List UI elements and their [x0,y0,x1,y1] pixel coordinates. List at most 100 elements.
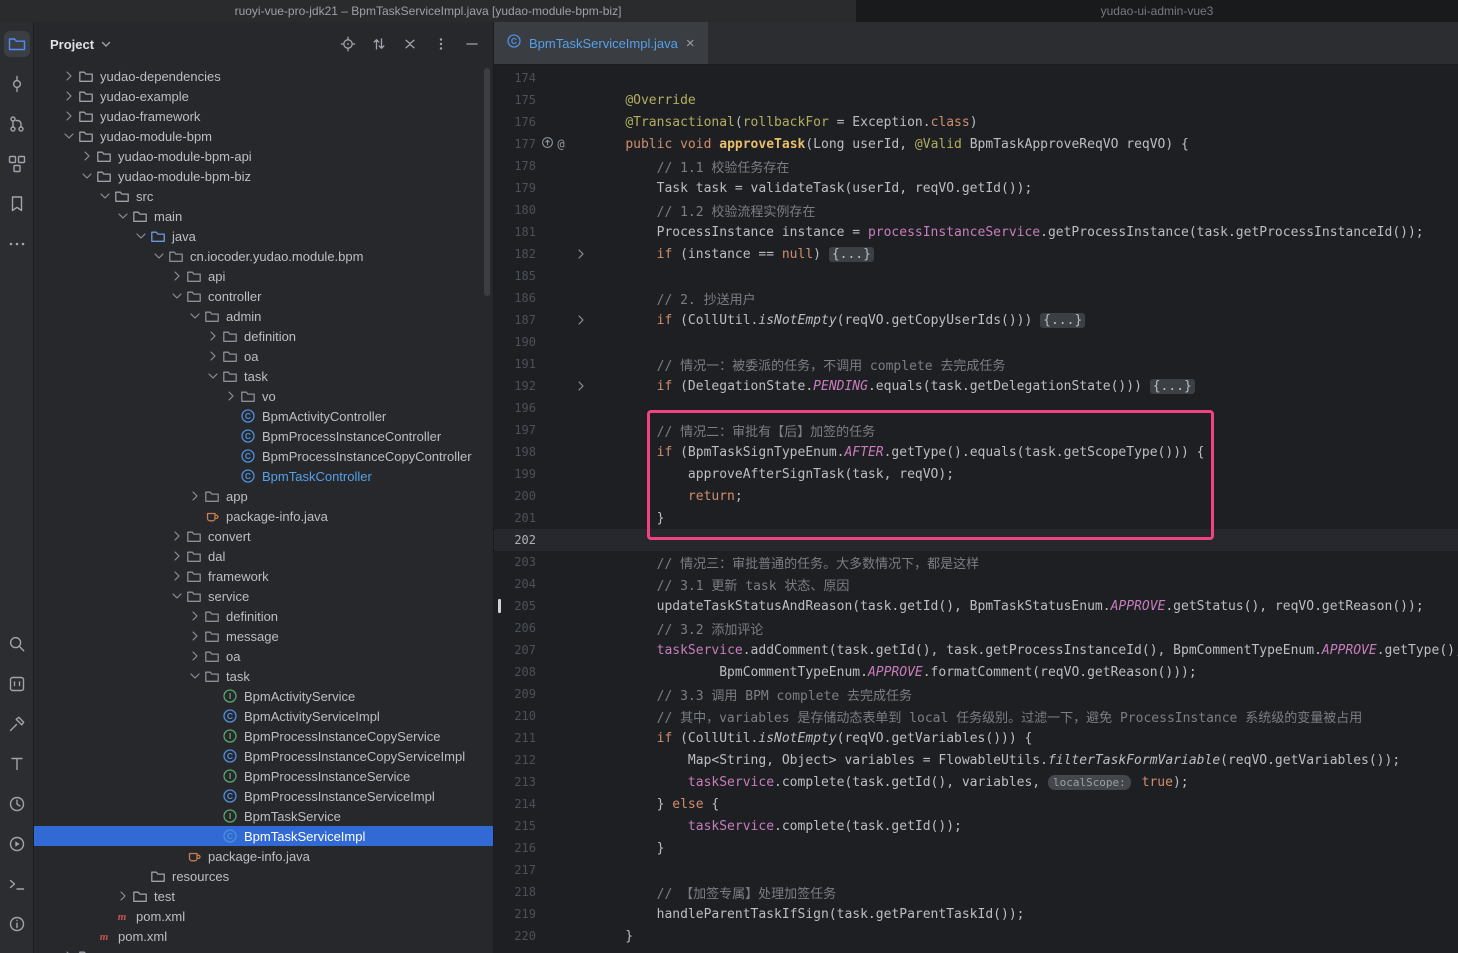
line-number[interactable]: 219 [494,907,536,921]
chevron-right-icon[interactable] [204,348,222,364]
tree-item-task[interactable]: task [34,366,493,386]
code-line[interactable]: 211 if (CollUtil.isNotEmpty(reqVO.getVar… [494,727,1458,749]
todo-icon[interactable] [4,671,30,697]
line-number[interactable]: 191 [494,357,536,371]
tree-item-bpmtaskcontroller[interactable]: CBpmTaskController [34,466,493,486]
tree-item-controller[interactable]: controller [34,286,493,306]
gutter[interactable]: 186 [494,287,592,309]
tree-item-oa[interactable]: oa [34,346,493,366]
gutter[interactable]: 199 [494,463,592,485]
code-line[interactable]: 178 // 1.1 校验任务存在 [494,155,1458,177]
line-number[interactable]: 212 [494,753,536,767]
line-number[interactable]: 185 [494,269,536,283]
project-icon[interactable] [4,31,30,57]
code-line[interactable]: 174 [494,67,1458,89]
code-text[interactable]: } [592,511,664,526]
problems-icon[interactable] [4,911,30,937]
code-line[interactable]: 180 // 1.2 校验流程实例存在 [494,199,1458,221]
gutter[interactable]: 177@ [494,133,592,155]
code-text[interactable]: Task task = validateTask(userId, reqVO.g… [592,181,1032,196]
line-number[interactable]: 178 [494,159,536,173]
line-number[interactable]: 182 [494,247,536,261]
tree-item-bpmprocessinstancecopycontroller[interactable]: CBpmProcessInstanceCopyController [34,446,493,466]
terminal-text-icon[interactable] [4,751,30,777]
gutter[interactable]: 179 [494,177,592,199]
line-number[interactable]: 214 [494,797,536,811]
chevron-right-icon[interactable] [114,888,132,904]
gutter[interactable]: 214 [494,793,592,815]
code-line[interactable]: 209 // 3.3 调用 BPM complete 去完成任务 [494,683,1458,705]
gutter[interactable]: 198 [494,441,592,463]
folded-code[interactable]: {...} [1040,313,1085,328]
chevron-down-icon[interactable] [168,588,186,604]
tree-item-bpmprocessinstanceservice[interactable]: IBpmProcessInstanceService [34,766,493,786]
tree-item-cn-iocoder-yudao-module-bpm[interactable]: cn.iocoder.yudao.module.bpm [34,246,493,266]
folded-code[interactable]: {...} [829,247,874,262]
code-text[interactable]: approveAfterSignTask(task, reqVO); [592,467,954,482]
gutter[interactable]: 205 [494,595,592,617]
gutter[interactable]: 181 [494,221,592,243]
gutter[interactable]: 190 [494,331,592,353]
code-line[interactable]: 201 } [494,507,1458,529]
build-icon[interactable] [4,711,30,737]
line-number[interactable]: 197 [494,423,536,437]
more-tool-windows-icon[interactable] [4,231,30,257]
close-icon[interactable]: × [685,36,696,51]
code-line[interactable]: 197 // 情况二：审批有【后】加签的任务 [494,419,1458,441]
line-number[interactable]: 180 [494,203,536,217]
line-number[interactable]: 206 [494,621,536,635]
line-number[interactable]: 208 [494,665,536,679]
gutter[interactable]: 176 [494,111,592,133]
tree-item-convert[interactable]: convert [34,526,493,546]
tree-item-bpmactivitycontroller[interactable]: CBpmActivityController [34,406,493,426]
code-line[interactable]: 216 } [494,837,1458,859]
tree-item-definition[interactable]: definition [34,326,493,346]
code-text[interactable]: taskService.complete(task.getId(), varia… [592,775,1189,790]
code-line[interactable]: 207 taskService.addComment(task.getId(),… [494,639,1458,661]
fold-marker-icon[interactable] [570,312,592,328]
line-number[interactable]: 177 [494,137,536,151]
line-number[interactable]: 196 [494,401,536,415]
code-text[interactable]: // 情况一：被委派的任务，不调用 complete 去完成任务 [592,355,1005,374]
code-text[interactable]: public void approveTask(Long userId, @Va… [592,137,1189,152]
pull-requests-icon[interactable] [4,111,30,137]
locate-file-button[interactable] [339,35,357,53]
tree-item-api[interactable]: api [34,266,493,286]
project-scrollbar[interactable] [484,68,490,296]
chevron-down-icon[interactable] [132,228,150,244]
hide-panel-button[interactable] [463,35,481,53]
line-number[interactable]: 187 [494,313,536,327]
code-line[interactable]: 217 [494,859,1458,881]
gutter[interactable]: 208 [494,661,592,683]
chevron-right-icon[interactable] [60,948,78,953]
line-number[interactable]: 217 [494,863,536,877]
chevron-right-icon[interactable] [186,488,204,504]
gutter[interactable]: 175 [494,89,592,111]
code-line[interactable]: 220 } [494,925,1458,947]
chevron-down-icon[interactable] [78,168,96,184]
code-line[interactable]: 191 // 情况一：被委派的任务，不调用 complete 去完成任务 [494,353,1458,375]
gutter[interactable]: 204 [494,573,592,595]
gutter[interactable]: 185 [494,265,592,287]
chevron-right-icon[interactable] [78,148,96,164]
tree-item-vo[interactable]: vo [34,386,493,406]
chevron-down-icon[interactable] [60,128,78,144]
tree-item-src[interactable]: src [34,186,493,206]
tree-item-bpmactivityservice[interactable]: IBpmActivityService [34,686,493,706]
tree-item-app[interactable]: app [34,486,493,506]
tree-item-definition[interactable]: definition [34,606,493,626]
tree-item-oa[interactable]: oa [34,646,493,666]
line-number[interactable]: 198 [494,445,536,459]
search-icon[interactable] [4,631,30,657]
tree-item-yudao-module-bpm-biz[interactable]: yudao-module-bpm-biz [34,166,493,186]
code-text[interactable]: // 【加签专属】处理加签任务 [592,883,836,902]
gutter[interactable]: 192 [494,375,592,397]
code-text[interactable]: if (CollUtil.isNotEmpty(reqVO.getCopyUse… [592,313,1085,328]
run-icon[interactable] [4,831,30,857]
tree-item-package-info-java[interactable]: package-info.java [34,846,493,866]
gutter[interactable]: 191 [494,353,592,375]
gutter[interactable]: 178 [494,155,592,177]
code-line[interactable]: 187 if (CollUtil.isNotEmpty(reqVO.getCop… [494,309,1458,331]
code-line[interactable]: 200 return; [494,485,1458,507]
override-icon[interactable] [541,136,554,153]
